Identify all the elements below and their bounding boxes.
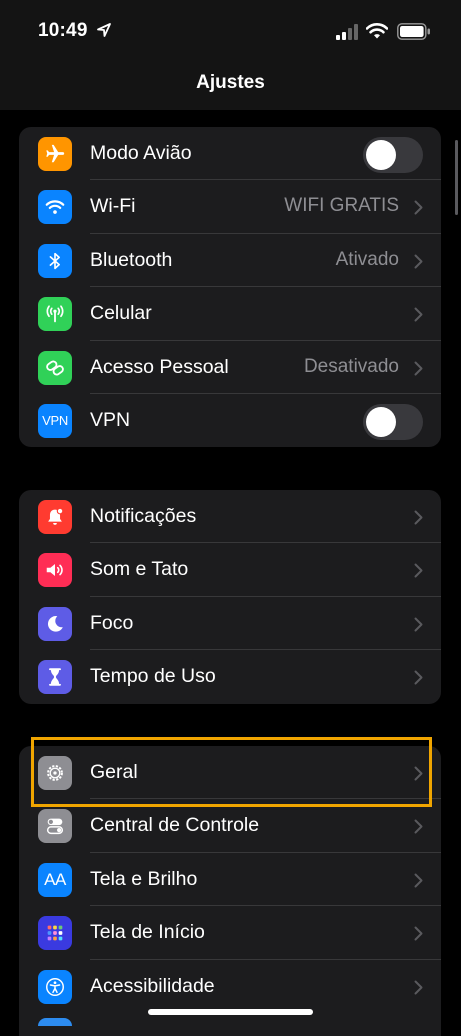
vpn-icon-text: VPN bbox=[42, 413, 68, 429]
settings-row-label: Som e Tato bbox=[90, 558, 189, 581]
chevron-right-icon bbox=[414, 926, 423, 941]
chevron-right-icon bbox=[414, 200, 423, 215]
wifi-status-icon bbox=[366, 23, 388, 39]
settings-row-foco[interactable]: Foco bbox=[19, 597, 441, 651]
chevron-right-icon bbox=[414, 617, 423, 632]
settings-row-acesso-pessoal[interactable]: Acesso Pessoal Desativado bbox=[19, 341, 441, 394]
settings-row-label: Modo Avião bbox=[90, 142, 192, 164]
settings-row-som-e-tato[interactable]: Som e Tato bbox=[19, 543, 441, 597]
settings-group-notifications: Notificações Som e Tato Foco Tempo de Us… bbox=[19, 490, 441, 704]
bell-icon bbox=[38, 500, 72, 534]
page-title: Ajustes bbox=[196, 72, 265, 93]
settings-row-notificacoes[interactable]: Notificações bbox=[19, 490, 441, 544]
scroll-indicator bbox=[455, 140, 458, 215]
settings-row-label: Wi-Fi bbox=[90, 195, 136, 218]
settings-row-tela-e-brilho[interactable]: AA Tela e Brilho bbox=[19, 853, 441, 907]
status-time: 10:49 bbox=[38, 20, 88, 41]
settings-row-value: Ativado bbox=[335, 248, 399, 270]
battery-icon bbox=[397, 23, 430, 40]
chevron-right-icon bbox=[414, 873, 423, 888]
chevron-right-icon bbox=[414, 307, 423, 322]
settings-row-label: Foco bbox=[90, 611, 134, 634]
text-size-icon-text: AA bbox=[44, 869, 66, 889]
settings-row-value: WIFI GRATIS bbox=[284, 195, 399, 217]
wifi-icon bbox=[38, 190, 72, 225]
settings-row-wifi[interactable]: Wi-Fi WIFI GRATIS bbox=[19, 180, 441, 234]
settings-row-label: Tela de Início bbox=[90, 921, 205, 944]
settings-group-connectivity: Modo Avião Wi-Fi WIFI GRATIS Bluetooth A… bbox=[19, 127, 441, 448]
toggle-knob bbox=[366, 406, 396, 437]
settings-row-acessibilidade[interactable]: Acessibilidade bbox=[19, 960, 441, 1013]
settings-row-label: Notificações bbox=[90, 505, 197, 527]
switches-icon bbox=[38, 809, 72, 844]
airplane-icon bbox=[38, 137, 72, 171]
moon-icon bbox=[38, 606, 72, 641]
chevron-right-icon bbox=[414, 563, 423, 578]
next-row-icon-peek bbox=[38, 1018, 72, 1026]
accessibility-icon bbox=[38, 969, 72, 1004]
settings-row-value: Desativado bbox=[303, 355, 399, 377]
settings-row-vpn[interactable]: VPN VPN bbox=[19, 394, 441, 447]
vpn-toggle[interactable] bbox=[363, 403, 423, 440]
hourglass-icon bbox=[38, 660, 72, 695]
settings-row-central-de-controle[interactable]: Central de Controle bbox=[19, 799, 441, 853]
settings-row-tela-de-inicio[interactable]: Tela de Início bbox=[19, 906, 441, 960]
home-grid-icon bbox=[38, 916, 72, 951]
chevron-right-icon bbox=[414, 254, 423, 269]
settings-row-label: Tela e Brilho bbox=[90, 867, 198, 890]
location-arrow-icon bbox=[97, 23, 111, 37]
highlight-box-geral bbox=[31, 737, 432, 807]
settings-row-celular[interactable]: Celular bbox=[19, 287, 441, 341]
airplane-mode-toggle[interactable] bbox=[363, 137, 423, 173]
chevron-right-icon bbox=[414, 510, 423, 525]
chevron-right-icon bbox=[414, 670, 423, 685]
settings-row-label: Central de Controle bbox=[90, 814, 260, 837]
settings-row-bluetooth[interactable]: Bluetooth Ativado bbox=[19, 234, 441, 288]
settings-row-label: VPN bbox=[90, 408, 131, 431]
settings-row-label: Celular bbox=[90, 302, 152, 325]
vpn-icon: VPN bbox=[38, 403, 72, 438]
chevron-right-icon bbox=[414, 361, 423, 376]
home-indicator[interactable] bbox=[148, 1009, 313, 1015]
bluetooth-icon bbox=[38, 243, 72, 278]
settings-row-label: Tempo de Uso bbox=[90, 665, 216, 688]
settings-row-label: Acessibilidade bbox=[90, 974, 215, 997]
chevron-right-icon bbox=[414, 980, 423, 995]
hotspot-icon bbox=[38, 350, 72, 385]
settings-row-modo-aviao[interactable]: Modo Avião bbox=[19, 127, 441, 181]
text-size-icon: AA bbox=[38, 862, 72, 897]
settings-row-label: Bluetooth bbox=[90, 248, 173, 271]
settings-row-label: Acesso Pessoal bbox=[90, 355, 229, 378]
settings-row-tempo-de-uso[interactable]: Tempo de Uso bbox=[19, 650, 441, 703]
chevron-right-icon bbox=[414, 819, 423, 834]
cellular-signal-icon bbox=[336, 24, 358, 40]
antenna-icon bbox=[38, 297, 72, 332]
speaker-icon bbox=[38, 553, 72, 588]
toggle-knob bbox=[366, 140, 396, 170]
